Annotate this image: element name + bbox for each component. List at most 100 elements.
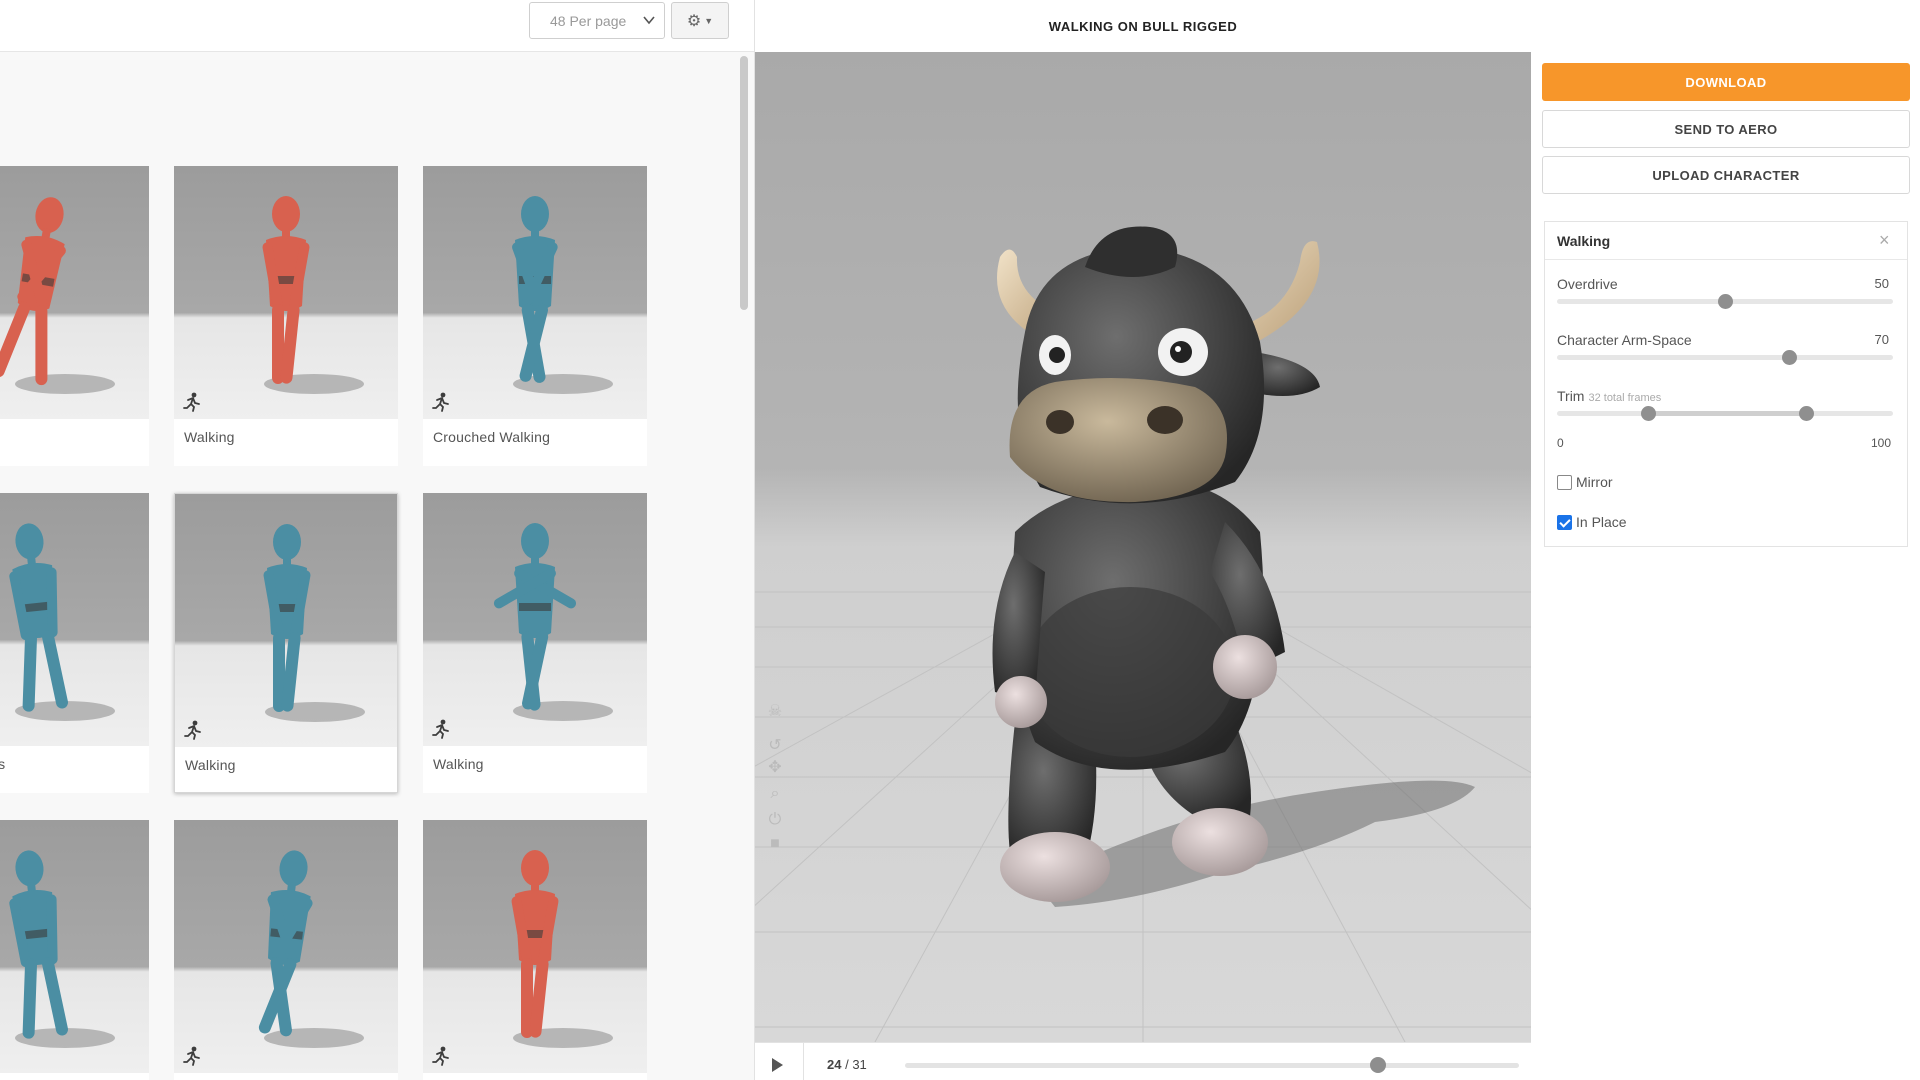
- send-to-aero-button[interactable]: SEND TO AERO: [1542, 110, 1910, 148]
- trim-frame-note: 32 total frames: [1588, 392, 1662, 404]
- overdrive-label: Overdrive: [1557, 276, 1618, 292]
- current-frame: 24: [827, 1057, 842, 1072]
- mannequin-figure: [262, 196, 364, 394]
- trim-range-labels: 0 100: [1557, 436, 1893, 450]
- library-toolbar: 48 Per page ⚙ ▼: [0, 0, 754, 52]
- overdrive-value: 50: [1874, 276, 1889, 291]
- trim-label: Trim 32 total frames: [1557, 388, 1893, 404]
- armspace-slider[interactable]: [1557, 350, 1893, 365]
- animation-card-label: Crouched Walking: [433, 429, 551, 445]
- animation-card[interactable]: Crouched Walking: [423, 166, 647, 466]
- power-icon[interactable]: ⏻: [765, 810, 785, 830]
- armspace-label: Character Arm-Space: [1557, 332, 1692, 348]
- timeline-scrubber[interactable]: [1369, 1057, 1386, 1073]
- animation-card[interactable]: [0, 820, 149, 1080]
- animation-type-icon: [432, 719, 449, 739]
- mannequin-figure: [9, 850, 115, 1048]
- playback-bar: 24 / 31: [755, 1042, 1531, 1080]
- move-icon[interactable]: ✥: [765, 758, 785, 778]
- trim-selected-range: [1647, 411, 1806, 416]
- play-icon[interactable]: [767, 1055, 787, 1075]
- per-page-select[interactable]: 48 Per page: [529, 2, 665, 39]
- gear-icon: ⚙: [686, 12, 702, 30]
- armspace-control: Character Arm-Space 70: [1557, 332, 1893, 365]
- animation-type-icon: [432, 1046, 449, 1066]
- mannequin-figure: [511, 850, 613, 1048]
- animation-thumbnail: [0, 166, 149, 419]
- library-settings-button[interactable]: ⚙ ▼: [671, 2, 729, 39]
- animation-card-label: Walking: [185, 757, 236, 773]
- close-icon[interactable]: ×: [1879, 231, 1895, 249]
- trim-start-handle[interactable]: [1640, 406, 1656, 421]
- animation-card-label: Backwards: [0, 756, 5, 772]
- mannequin-figure: [263, 524, 365, 722]
- mannequin-figure: [258, 850, 364, 1048]
- trim-label-text: Trim: [1557, 388, 1585, 404]
- animation-type-icon: [184, 720, 201, 740]
- per-page-value: 48 Per page: [550, 12, 627, 29]
- chevron-down-icon: [643, 16, 655, 25]
- download-button[interactable]: DOWNLOAD: [1542, 63, 1910, 101]
- caret-down-icon: ▼: [704, 15, 714, 26]
- trim-control: Trim 32 total frames: [1557, 388, 1893, 421]
- overdrive-slider-handle[interactable]: [1718, 294, 1733, 309]
- trim-slider[interactable]: [1557, 406, 1893, 421]
- 3d-stage[interactable]: ☠ ↺ ✥ ⌕ ⏻ ■: [755, 52, 1531, 1042]
- reset-icon[interactable]: ↺: [765, 736, 785, 756]
- divider: [803, 1043, 804, 1080]
- animation-settings: Walking × Overdrive 50 Character Arm-Spa…: [1544, 221, 1908, 547]
- animation-card[interactable]: [0, 166, 149, 466]
- zoom-icon[interactable]: ⌕: [765, 784, 785, 804]
- action-panel: DOWNLOAD SEND TO AERO UPLOAD CHARACTER W…: [1531, 0, 1920, 1080]
- mirror-checkbox-box[interactable]: [1557, 474, 1572, 490]
- in-place-checkbox-box[interactable]: [1557, 514, 1572, 530]
- animation-card[interactable]: Backwards: [0, 493, 149, 793]
- bull-character-scene: [755, 226, 1531, 1042]
- camera-icon[interactable]: ■: [765, 834, 785, 854]
- in-place-label: In Place: [1576, 514, 1627, 530]
- library-scrollbar[interactable]: [740, 56, 748, 310]
- overdrive-slider[interactable]: [1557, 294, 1893, 309]
- animation-thumbnail: [175, 494, 397, 747]
- preview-viewport: WALKING ON BULL RIGGED ☠ ↺ ✥ ⌕ ⏻ ■ 24 / …: [755, 0, 1531, 1080]
- animation-card-label: Walking: [184, 429, 235, 445]
- animation-thumbnail: [423, 820, 647, 1073]
- animation-card[interactable]: Walking: [423, 493, 647, 793]
- animation-card[interactable]: [423, 820, 647, 1080]
- timeline-track[interactable]: [905, 1057, 1519, 1073]
- frame-counter: 24 / 31: [827, 1057, 867, 1072]
- upload-character-button[interactable]: UPLOAD CHARACTER: [1542, 156, 1910, 194]
- overdrive-control: Overdrive 50: [1557, 276, 1893, 309]
- skeleton-icon[interactable]: ☠: [765, 702, 785, 722]
- animation-thumbnail: [0, 820, 149, 1073]
- armspace-value: 70: [1874, 332, 1889, 347]
- mannequin-figure: [493, 523, 613, 721]
- animation-card[interactable]: Walking: [174, 493, 398, 793]
- total-frames: / 31: [845, 1057, 867, 1072]
- animation-thumbnail: [0, 493, 149, 746]
- mirror-checkbox[interactable]: Mirror: [1557, 474, 1613, 490]
- animation-type-icon: [183, 1046, 200, 1066]
- animation-thumbnail: [423, 166, 647, 419]
- animation-type-icon: [432, 392, 449, 412]
- character-title: WALKING ON BULL RIGGED: [755, 0, 1531, 52]
- trim-end-handle[interactable]: [1798, 406, 1814, 421]
- animation-name: Walking: [1557, 232, 1611, 249]
- animation-card-label: Walking: [433, 756, 484, 772]
- animation-card[interactable]: [174, 820, 398, 1080]
- armspace-slider-handle[interactable]: [1781, 350, 1797, 365]
- mannequin-figure: [0, 197, 115, 394]
- mannequin-figure: [9, 523, 115, 721]
- animation-thumbnail: [423, 493, 647, 746]
- animation-type-icon: [183, 392, 200, 412]
- settings-title: Walking: [1545, 222, 1907, 260]
- in-place-checkbox[interactable]: In Place: [1557, 514, 1627, 530]
- animation-card[interactable]: Walking: [174, 166, 398, 466]
- mannequin-figure: [512, 196, 613, 394]
- trim-max: 100: [1870, 436, 1891, 450]
- animation-thumbnail: [174, 820, 398, 1073]
- trim-min: 0: [1557, 436, 1564, 450]
- mirror-label: Mirror: [1576, 474, 1613, 490]
- animation-library: 48 Per page ⚙▼ Walking Crouched Walking Ba…: [0, 0, 755, 1080]
- animation-thumbnail: [174, 166, 398, 419]
